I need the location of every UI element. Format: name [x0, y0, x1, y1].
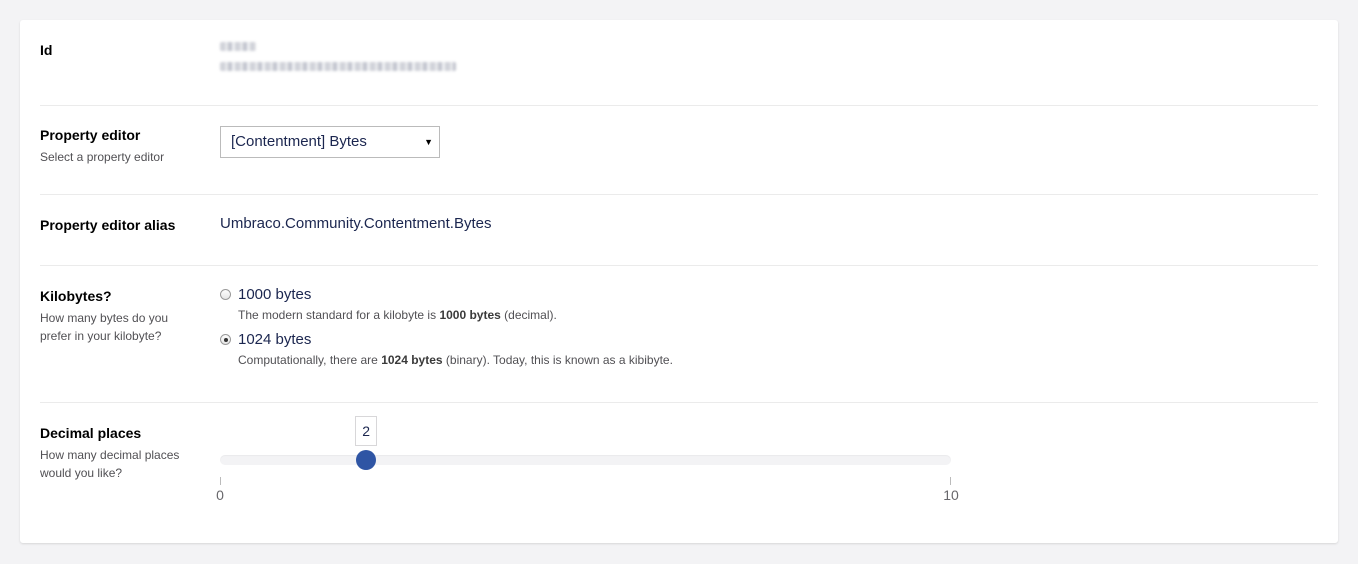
property-editor-selected-value: [Contentment] Bytes [231, 133, 367, 150]
field-description-property-editor: Select a property editor [40, 150, 165, 164]
radio-help-bold: 1000 bytes [439, 308, 501, 322]
radio-option-1000[interactable]: 1000 bytes The modern standard for a kil… [220, 286, 673, 323]
radio-help-1024: Computationally, there are 1024 bytes (b… [238, 352, 673, 368]
radio-help-text: The modern standard for a kilobyte is [238, 308, 440, 322]
radio-help-text: (decimal). [500, 308, 557, 322]
field-label-decimal-places: Decimal places [40, 425, 142, 441]
radio-help-1000: The modern standard for a kilobyte is 10… [238, 307, 673, 323]
id-number-redacted [220, 42, 256, 51]
radio-option-1024[interactable]: 1024 bytes Computationally, there are 10… [220, 331, 673, 368]
decimal-places-slider[interactable]: 2 0 10 [216, 403, 959, 513]
field-row-kilobytes: Kilobytes? How many bytes do you prefer … [40, 266, 1318, 403]
field-label-col: Id [40, 41, 210, 59]
slider-tick-max [950, 477, 951, 485]
slider-handle[interactable] [356, 450, 377, 470]
slider-max-label: 10 [943, 487, 959, 503]
datatype-settings-panel: Id Property editor Select a property edi… [20, 20, 1338, 543]
field-row-alias: Property editor alias Umbraco.Community.… [40, 195, 1318, 266]
kilobytes-radio-group: 1000 bytes The modern standard for a kil… [220, 286, 673, 368]
property-editor-select[interactable]: [Contentment] Bytes ▼ [220, 126, 440, 158]
field-description-decimal-places: How many decimal places would you like? [40, 448, 180, 480]
field-label-id: Id [40, 42, 53, 58]
field-row-decimal-places: Decimal places How many decimal places w… [40, 403, 1318, 533]
field-label-property-editor: Property editor [40, 127, 141, 143]
slider-min-label: 0 [216, 487, 224, 503]
field-row-property-editor: Property editor Select a property editor… [40, 106, 1318, 195]
slider-track[interactable] [220, 455, 951, 465]
id-guid-redacted [220, 62, 456, 71]
caret-down-icon: ▼ [424, 137, 433, 147]
property-editor-alias-value: Umbraco.Community.Contentment.Bytes [220, 215, 492, 232]
slider-value-tooltip: 2 [355, 416, 378, 446]
radio-help-text: (binary). Today, this is known as a kibi… [442, 353, 673, 367]
field-label-col: Decimal places How many decimal places w… [40, 424, 190, 482]
radio-label-1024[interactable]: 1024 bytes [238, 331, 673, 349]
field-label-kilobytes: Kilobytes? [40, 288, 112, 304]
field-label-col: Kilobytes? How many bytes do you prefer … [40, 287, 190, 345]
radio-label-1000[interactable]: 1000 bytes [238, 286, 673, 304]
radio-help-bold: 1024 bytes [381, 353, 443, 367]
radio-button-1000[interactable] [220, 289, 231, 300]
field-description-kilobytes: How many bytes do you prefer in your kil… [40, 311, 169, 343]
field-row-id: Id [40, 20, 1318, 106]
slider-tick-min [220, 477, 221, 485]
radio-button-1024[interactable] [220, 334, 231, 345]
id-value [220, 42, 456, 71]
field-label-col: Property editor alias [40, 216, 210, 234]
field-label-col: Property editor Select a property editor [40, 126, 210, 166]
radio-help-text: Computationally, there are [238, 353, 382, 367]
field-label-alias: Property editor alias [40, 217, 176, 233]
